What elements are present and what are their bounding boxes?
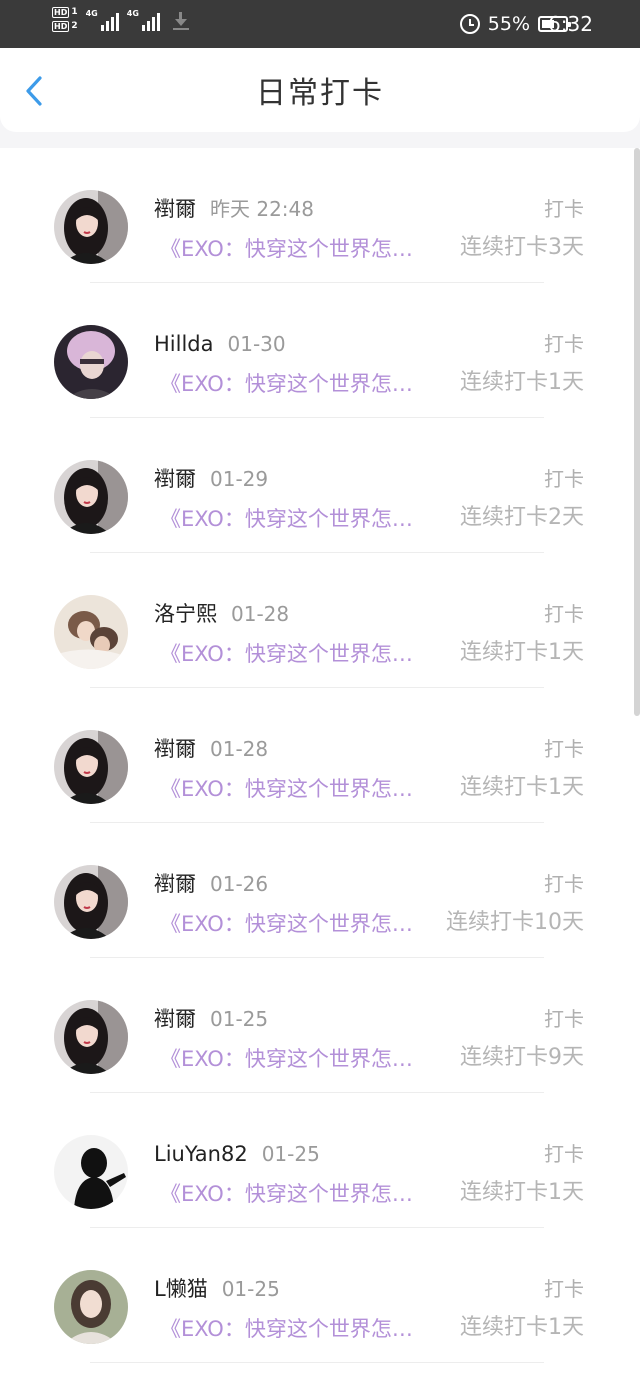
hd-num-1: 1 — [71, 7, 78, 17]
page-title: 日常打卡 — [256, 76, 384, 111]
hd-label-1: HD — [52, 7, 70, 18]
scrollbar[interactable] — [634, 148, 640, 716]
book-title-link[interactable]: 《EXO：快穿这个世界怎… — [160, 234, 413, 264]
alarm-icon — [459, 14, 480, 34]
user-name-text: 襨爾 — [154, 737, 196, 761]
user-name[interactable]: 襨爾 昨天 22:48 — [154, 195, 314, 223]
avatar[interactable] — [54, 1135, 128, 1209]
checkin-tag: 打卡 — [544, 1277, 584, 1301]
user-name[interactable]: Hillda 01-30 — [154, 330, 286, 358]
cellular-signal-icon-2: 4G — [127, 9, 160, 31]
user-name[interactable]: 襨爾 01-29 — [154, 465, 268, 493]
user-name-text: 襨爾 — [154, 467, 196, 491]
checkin-row[interactable]: 襨爾 01-25 打卡《EXO：快穿这个世界怎… 连续打卡9天 — [0, 958, 634, 1093]
book-title-link[interactable]: 《EXO：快穿这个世界怎… — [160, 909, 413, 939]
checkin-tag: 打卡 — [544, 1142, 584, 1166]
user-name[interactable]: LiuYan82 01-25 — [154, 1140, 320, 1168]
checkin-date: 01-28 — [210, 737, 269, 761]
checkin-date: 01-30 — [227, 332, 286, 356]
hd-label-2: HD — [52, 21, 70, 32]
streak-count: 连续打卡1天 — [460, 775, 584, 800]
book-title-link[interactable]: 《EXO：快穿这个世界怎… — [160, 639, 413, 669]
status-bar: HD 1 HD 2 4G 4G 55% 6:32 — [0, 0, 640, 48]
user-name-text: 襨爾 — [154, 872, 196, 896]
checkin-row[interactable]: Hillda 01-30 打卡《EXO：快穿这个世界怎… 连续打卡1天 — [0, 283, 634, 418]
book-title-link[interactable]: 《EXO：快穿这个世界怎… — [160, 504, 413, 534]
checkin-tag: 打卡 — [544, 467, 584, 491]
user-name-text: 洛宁熙 — [154, 602, 217, 626]
checkin-row[interactable]: 洛宁熙 01-28 打卡《EXO：快穿这个世界怎… 连续打卡1天 — [0, 553, 634, 688]
streak-count: 连续打卡1天 — [460, 1315, 584, 1340]
cellular-signal-icon-1: 4G — [86, 9, 119, 31]
checkin-tag: 打卡 — [544, 1007, 584, 1031]
book-title-link[interactable]: 《EXO：快穿这个世界怎… — [160, 369, 413, 399]
checkin-tag: 打卡 — [544, 737, 584, 761]
book-title-link[interactable]: 《EXO：快穿这个世界怎… — [160, 1314, 413, 1344]
checkin-date: 01-25 — [221, 1277, 280, 1301]
streak-count: 连续打卡1天 — [460, 640, 584, 665]
streak-count: 连续打卡10天 — [446, 910, 584, 935]
hd-badge-1: HD 1 — [52, 7, 78, 18]
checkin-date: 01-25 — [210, 1007, 269, 1031]
user-name-text: 襨爾 — [154, 197, 196, 221]
streak-count: 连续打卡2天 — [460, 505, 584, 530]
download-icon — [172, 9, 190, 31]
avatar[interactable] — [54, 1270, 128, 1344]
checkin-row[interactable]: LiuYan82 01-25 打卡《EXO：快穿这个世界怎… 连续打卡1天 — [0, 1093, 634, 1228]
checkin-row[interactable]: 襨爾 01-28 打卡《EXO：快穿这个世界怎… 连续打卡1天 — [0, 688, 634, 823]
book-title-link[interactable]: 《EXO：快穿这个世界怎… — [160, 774, 413, 804]
user-name[interactable]: 洛宁熙 01-28 — [154, 600, 289, 628]
user-name-text: L懒猫 — [154, 1277, 208, 1301]
hd-num-2: 2 — [71, 21, 78, 31]
checkin-tag: 打卡 — [544, 602, 584, 626]
checkin-date: 昨天 22:48 — [210, 197, 314, 221]
status-bar-signals: HD 1 HD 2 4G 4G — [52, 7, 190, 32]
checkin-tag: 打卡 — [544, 872, 584, 896]
checkin-date: 01-28 — [231, 602, 290, 626]
streak-count: 连续打卡9天 — [460, 1045, 584, 1070]
nav-bar: 日常打卡 — [0, 48, 640, 132]
user-name-text: 襨爾 — [154, 1007, 196, 1031]
checkin-tag: 打卡 — [544, 197, 584, 221]
avatar[interactable] — [54, 460, 128, 534]
checkin-row[interactable]: 襨爾 01-29 打卡《EXO：快穿这个世界怎… 连续打卡2天 — [0, 418, 634, 553]
streak-count: 连续打卡1天 — [460, 370, 584, 395]
checkin-date: 01-26 — [210, 872, 269, 896]
checkin-date: 01-29 — [210, 467, 269, 491]
checkin-list[interactable]: 襨爾 昨天 22:48 打卡 《EXO：快穿这个世界怎… 连续打卡3天 Hillda 01-… — [0, 148, 640, 1387]
checkin-row[interactable]: L懒猫 01-25 打卡《EXO：快穿这个世界怎… 连续打卡1天 — [0, 1228, 634, 1363]
book-title-link[interactable]: 《EXO：快穿这个世界怎… — [160, 1179, 413, 1209]
avatar[interactable] — [54, 325, 128, 399]
book-title-link[interactable]: 《EXO：快穿这个世界怎… — [160, 1044, 413, 1074]
streak-count: 连续打卡1天 — [460, 1180, 584, 1205]
row-divider — [90, 1362, 544, 1363]
network-type-2: 4G — [126, 8, 139, 18]
network-type-1: 4G — [85, 8, 98, 18]
hd-indicators: HD 1 HD 2 — [52, 7, 78, 32]
avatar[interactable] — [54, 595, 128, 669]
user-name-text: LiuYan82 — [154, 1142, 248, 1166]
user-name[interactable]: 襨爾 01-25 — [154, 1005, 268, 1033]
user-name[interactable]: 襨爾 01-28 — [154, 735, 268, 763]
checkin-row[interactable]: 襨爾 01-26 打卡《EXO：快穿这个世界怎… 连续打卡10天 — [0, 823, 634, 958]
user-name-text: Hillda — [154, 332, 214, 356]
user-name[interactable]: 襨爾 01-26 — [154, 870, 268, 898]
clock: 6:32 — [548, 12, 593, 36]
hd-badge-2: HD 2 — [52, 21, 78, 32]
checkin-date: 01-25 — [261, 1142, 320, 1166]
avatar[interactable] — [54, 730, 128, 804]
streak-count: 连续打卡3天 — [460, 235, 584, 260]
checkin-row[interactable]: 襨爾 昨天 22:48 打卡《EXO：快穿这个世界怎… 连续打卡3天 — [0, 148, 634, 283]
avatar[interactable] — [54, 190, 128, 264]
battery-percent: 55% — [487, 13, 530, 35]
avatar[interactable] — [54, 865, 128, 939]
checkin-tag: 打卡 — [544, 332, 584, 356]
user-name[interactable]: L懒猫 01-25 — [154, 1275, 280, 1303]
avatar[interactable] — [54, 1000, 128, 1074]
